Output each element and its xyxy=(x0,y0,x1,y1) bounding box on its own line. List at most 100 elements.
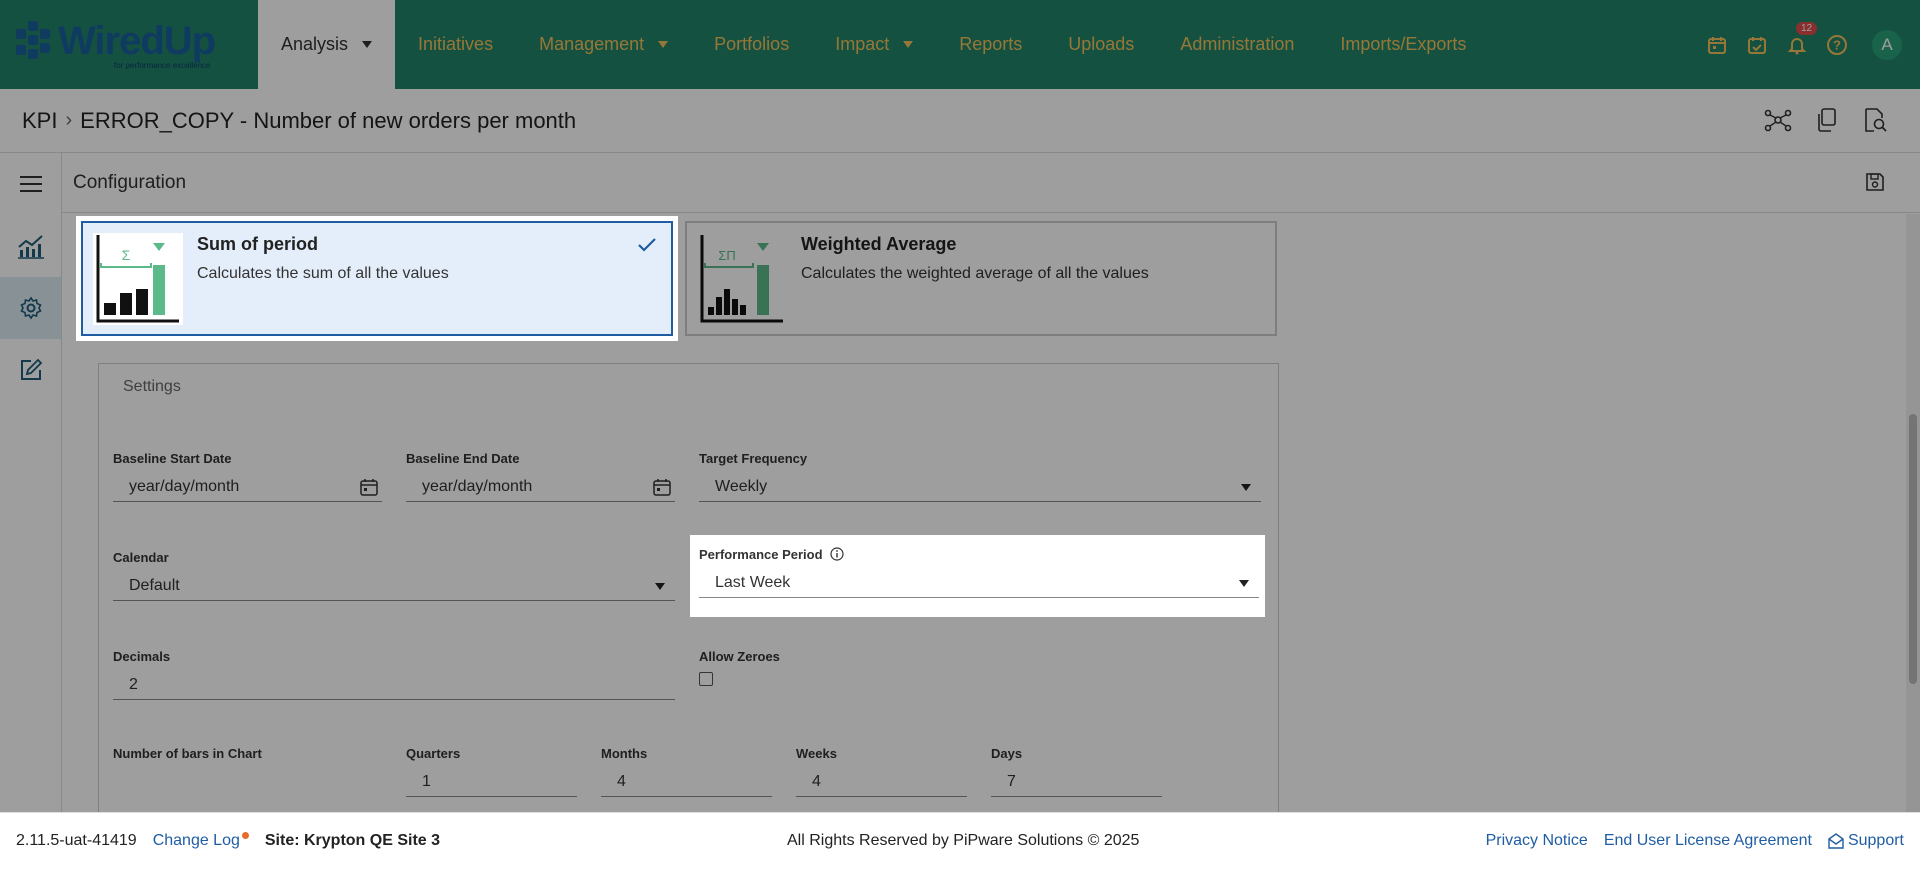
dropdown-arrow-icon xyxy=(1239,580,1249,587)
decimals-field: Decimals 2 xyxy=(113,649,675,700)
input-value: 1 xyxy=(422,772,431,790)
calendar-icon[interactable] xyxy=(1704,32,1730,58)
scrollbar-thumb[interactable] xyxy=(1909,414,1917,684)
settings-title: Settings xyxy=(123,378,181,395)
nav-impact[interactable]: Impact xyxy=(812,0,936,89)
nav-imports-exports[interactable]: Imports/Exports xyxy=(1317,0,1489,89)
field-label: Allow Zeroes xyxy=(699,649,780,664)
decimals-input[interactable]: 2 xyxy=(113,670,675,700)
check-icon xyxy=(637,237,657,258)
nav-uploads[interactable]: Uploads xyxy=(1045,0,1157,89)
nav-administration[interactable]: Administration xyxy=(1157,0,1317,89)
breadcrumb: KPI › ERROR_COPY - Number of new orders … xyxy=(0,89,1920,153)
target-frequency-field: Target Frequency Weekly xyxy=(699,451,1261,502)
edit-icon xyxy=(20,358,42,380)
select-value: Weekly xyxy=(715,477,768,495)
target-frequency-select[interactable]: Weekly xyxy=(699,472,1261,502)
sidebar-menu-toggle[interactable] xyxy=(0,153,61,215)
change-log-link[interactable]: Change Log xyxy=(153,832,249,850)
field-label: Days xyxy=(991,746,1023,761)
footer: 2.11.5-uat-41419 Change Log Site: Krypto… xyxy=(0,812,1920,869)
aggregation-card-weighted-average[interactable]: ΣΠ Weighted Average Calculates the weigh… xyxy=(685,221,1277,336)
aggregation-card-sum[interactable]: Σ Sum of period Calculates the sum of al… xyxy=(81,221,673,336)
new-indicator-dot xyxy=(241,832,249,839)
input-value: 2 xyxy=(129,675,138,693)
months-input[interactable]: 4 xyxy=(601,767,772,797)
document-search-icon[interactable] xyxy=(1862,107,1888,133)
page-title: ERROR_COPY - Number of new orders per mo… xyxy=(80,107,577,133)
calendar-check-icon[interactable] xyxy=(1744,32,1770,58)
sidebar-item-chart[interactable] xyxy=(0,215,61,277)
sidebar xyxy=(0,153,62,812)
copy-icon[interactable] xyxy=(1816,107,1838,133)
scrollbar[interactable] xyxy=(1906,214,1920,812)
nav-label: Impact xyxy=(835,34,890,54)
chevron-down-icon xyxy=(362,41,373,48)
version-text: 2.11.5-uat-41419 xyxy=(16,832,137,849)
chart-line-icon xyxy=(17,235,44,259)
hamburger-icon xyxy=(19,176,42,192)
nav-management[interactable]: Management xyxy=(516,0,691,89)
page-actions xyxy=(1764,107,1888,133)
nav-label: Initiatives xyxy=(418,34,494,54)
field-label: Months xyxy=(601,746,648,761)
bars-in-chart-label-field: Number of bars in Chart xyxy=(113,746,382,761)
copyright-text: All Rights Reserved by PiPware Solutions… xyxy=(787,832,1140,849)
site-label: Site: Krypton QE Site 3 xyxy=(264,832,441,849)
input-value: year/day/month xyxy=(129,477,240,495)
calendar-select[interactable]: Default xyxy=(113,571,675,601)
bell-icon[interactable]: 12 xyxy=(1784,21,1818,58)
field-label: Baseline End Date xyxy=(406,451,520,466)
field-label: Performance Period xyxy=(699,547,1259,562)
nav-label: Management xyxy=(539,34,645,54)
calendar-icon[interactable] xyxy=(653,478,671,501)
input-value: 7 xyxy=(1007,772,1016,790)
info-icon[interactable] xyxy=(830,547,844,561)
logo-tagline: for performance excellence xyxy=(114,61,211,70)
help-icon[interactable]: ? xyxy=(1824,32,1850,58)
chevron-right-icon: › xyxy=(65,109,73,131)
baseline-end-date-input[interactable]: year/day/month xyxy=(406,472,675,502)
logo-mark-icon xyxy=(14,19,58,63)
change-log-label: Change Log xyxy=(152,832,240,849)
privacy-notice-link[interactable]: Privacy Notice xyxy=(1486,832,1588,850)
nav-analysis[interactable]: Analysis xyxy=(258,0,396,89)
field-label: Target Frequency xyxy=(699,451,808,466)
nav-initiatives[interactable]: Initiatives xyxy=(395,0,516,89)
dropdown-arrow-icon xyxy=(1241,484,1251,491)
card-description: Calculates the weighted average of all t… xyxy=(801,265,1149,282)
performance-period-label: Performance Period xyxy=(699,547,823,562)
days-input[interactable]: 7 xyxy=(991,767,1162,797)
support-mail-icon xyxy=(1828,833,1844,849)
sidebar-item-configuration[interactable] xyxy=(0,277,61,339)
support-link[interactable]: Support xyxy=(1828,832,1904,850)
avatar[interactable]: A xyxy=(1872,29,1902,60)
weeks-input[interactable]: 4 xyxy=(796,767,967,797)
logo[interactable]: WiredUp for performance excellence xyxy=(0,0,258,89)
dropdown-arrow-icon xyxy=(655,583,665,590)
section-title: Configuration xyxy=(73,171,187,193)
top-navbar: WiredUp for performance excellence Analy… xyxy=(0,0,1920,89)
calendar-icon[interactable] xyxy=(360,478,378,501)
svg-text:?: ? xyxy=(1833,37,1841,52)
quarters-field: Quarters 1 xyxy=(406,746,577,797)
baseline-start-date-input[interactable]: year/day/month xyxy=(113,472,382,502)
save-icon[interactable] xyxy=(1864,171,1886,199)
breadcrumb-root[interactable]: KPI xyxy=(22,108,57,134)
nav-reports[interactable]: Reports xyxy=(936,0,1045,89)
calendar-field: Calendar Default xyxy=(113,550,675,601)
nav-label: Reports xyxy=(959,34,1023,54)
nav-portfolios[interactable]: Portfolios xyxy=(691,0,812,89)
nav-label: Administration xyxy=(1180,34,1295,54)
field-label: Decimals xyxy=(113,649,171,664)
network-icon[interactable] xyxy=(1764,107,1792,133)
card-description: Calculates the sum of all the values xyxy=(197,265,449,282)
eula-link[interactable]: End User License Agreement xyxy=(1604,832,1812,850)
select-value: Last Week xyxy=(715,573,791,591)
sidebar-item-edit[interactable] xyxy=(0,339,61,401)
svg-text:Σ: Σ xyxy=(122,247,131,263)
allow-zeroes-checkbox[interactable] xyxy=(699,672,713,686)
gear-icon xyxy=(19,296,42,320)
performance-period-select[interactable]: Last Week xyxy=(699,568,1259,598)
quarters-input[interactable]: 1 xyxy=(406,767,577,797)
